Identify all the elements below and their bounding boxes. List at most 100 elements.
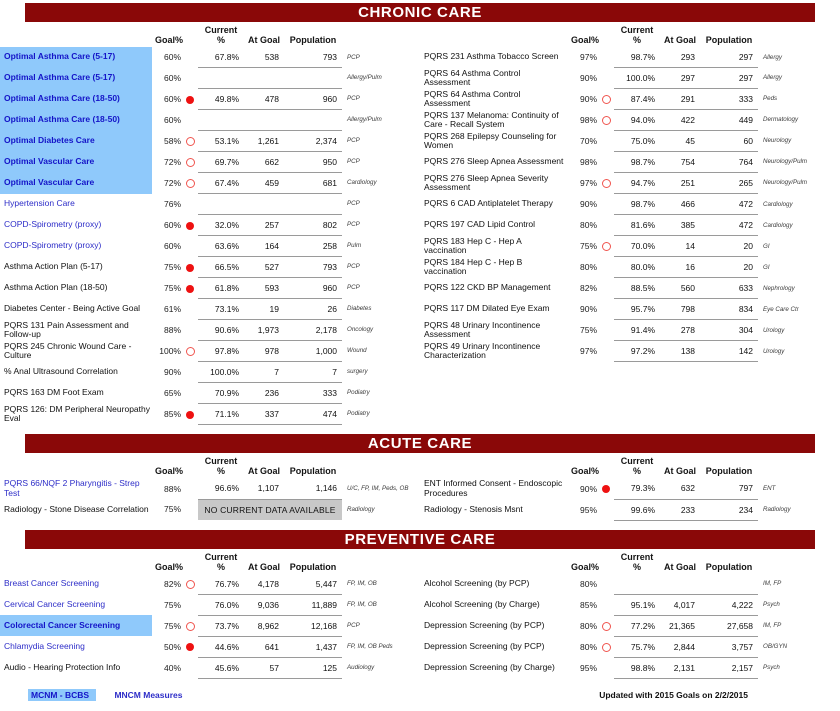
section-panels: Goal% Current % At Goal Population PQRS 66/N… <box>0 453 840 521</box>
table-row[interactable]: PQRS 276 Sleep Apnea Severity Assessment… <box>420 172 840 195</box>
current-percent: 99.6% <box>614 499 661 521</box>
table-row[interactable]: PQRS 64 Asthma Control Assessment 90% 100.… <box>420 67 840 90</box>
table-row[interactable]: Optimal Asthma Care (5-17) 60% 67.8% 538 793… <box>0 47 420 68</box>
table-row[interactable]: Colorectal Cancer Screening 75% 73.7% 8,962… <box>0 615 420 637</box>
table-row[interactable]: Hypertension Care 76% PCP <box>0 193 420 215</box>
table-row[interactable]: PQRS 183 Hep C - Hep A vaccination 75% 70.… <box>420 235 840 258</box>
specialty-label: Oncology <box>347 326 374 334</box>
goal-percent: 70% <box>579 136 597 147</box>
col-header-goal: Goal% <box>155 466 184 477</box>
table-row[interactable]: PQRS 64 Asthma Control Assessment 90% 87.4… <box>420 88 840 111</box>
table-row[interactable]: Optimal Asthma Care (5-17) 60% Allergy/Pul… <box>0 67 420 89</box>
table-row[interactable]: PQRS 231 Asthma Tobacco Screen 97% 98.7% 29… <box>420 47 840 68</box>
table-row[interactable]: COPD-Spirometry (proxy) 60% 32.0% 257 802 PCP <box>0 214 420 236</box>
col-header-at-goal: At Goal <box>664 561 697 572</box>
current-percent: 75.7% <box>614 636 661 658</box>
table-row[interactable]: Optimal Vascular Care 72% 69.7% 662 950 PCP <box>0 151 420 173</box>
table-row[interactable]: Diabetes Center - Being Active Goal 61% 73… <box>0 298 420 320</box>
table-row[interactable]: PQRS 131 Pain Assessment and Follow-up 88… <box>0 319 420 342</box>
goal-percent: 90% <box>579 199 597 210</box>
population-count: 764 <box>700 151 759 174</box>
table-row[interactable]: PQRS 268 Epilepsy Counseling for Women 70… <box>420 130 840 153</box>
status-dot-red <box>186 221 194 230</box>
section-banner-wrap: ACUTE CARE <box>0 431 840 454</box>
at-goal-count: 337 <box>244 403 285 426</box>
at-goal-count: 422 <box>660 109 701 132</box>
specialty-label: GI <box>763 242 770 250</box>
table-row[interactable]: PQRS 49 Urinary Incontinence Characteriz… <box>420 340 840 363</box>
table-row[interactable]: PQRS 163 DM Foot Exam 65% 70.9% 236 333 Podia… <box>0 382 420 405</box>
status-dot-cell <box>182 636 198 657</box>
table-row[interactable]: Optimal Asthma Care (18-50) 60% Allergy/Pu… <box>0 109 420 131</box>
table-row[interactable]: Asthma Action Plan (18-50) 75% 61.8% 593 960… <box>0 277 420 299</box>
measure-label: PQRS 64 Asthma Control Assessment <box>424 88 521 109</box>
goal-percent: 72% <box>163 157 181 167</box>
status-dot-cell <box>598 194 614 215</box>
specialty-label: FP, IM, OB Peds <box>347 642 393 650</box>
table-row[interactable]: Optimal Vascular Care 72% 67.4% 459 681 Cardi… <box>0 172 420 194</box>
table-row[interactable]: PQRS 276 Sleep Apnea Assessment 98% 98.7% 7… <box>420 151 840 174</box>
legend-mncm-label: MNCM Measures <box>114 689 183 700</box>
population-count <box>284 109 343 131</box>
measure-label: Colorectal Cancer Screening <box>0 615 152 637</box>
specialty-label: Peds <box>763 95 778 103</box>
goal-percent: 60% <box>163 52 181 63</box>
table-row[interactable]: PQRS 6 CAD Antiplatelet Therapy 90% 98.7% 4… <box>420 193 840 216</box>
measure-label: Chlamydia Screening <box>4 640 85 651</box>
population-count <box>700 573 759 595</box>
table-row[interactable]: PQRS 184 Hep C - Hep B vaccination 80% 80.… <box>420 256 840 279</box>
at-goal-count: 385 <box>660 214 701 237</box>
table-row[interactable]: PQRS 122 CKD BP Management 82% 88.5% 560 633… <box>420 277 840 300</box>
status-dot-open <box>185 621 195 631</box>
table-row[interactable]: PQRS 126: DM Peripheral Neuropathy Eval 8… <box>0 403 420 426</box>
specialty-label: Pulm <box>347 242 362 250</box>
section-panels: Goal% Current % At Goal Population Breast Ca… <box>0 549 840 679</box>
table-row[interactable]: Radiology - Stenosis Msnt 95% 99.6% 233 234 R… <box>420 499 840 521</box>
table-row[interactable]: Asthma Action Plan (5-17) 75% 66.5% 527 793 P… <box>0 256 420 278</box>
table-row[interactable]: Optimal Asthma Care (18-50) 60% 49.8% 478 96… <box>0 88 420 110</box>
table-row[interactable]: Chlamydia Screening 50% 44.6% 641 1,437 FP, I… <box>0 636 420 658</box>
population-count: 633 <box>700 277 759 300</box>
panel-right: Goal% Current % At Goal Population Alcohol S… <box>420 549 840 679</box>
col-header-label <box>420 549 568 574</box>
measure-label: Breast Cancer Screening <box>4 578 99 589</box>
status-dot-cell <box>182 236 198 257</box>
goal-percent: 95% <box>579 504 597 515</box>
table-row[interactable]: PQRS 117 DM Dilated Eye Exam 90% 95.7% 798 8… <box>420 298 840 321</box>
status-dot-cell <box>182 478 198 499</box>
table-row[interactable]: Audio - Hearing Protection Info 40% 45.6% 5… <box>0 657 420 679</box>
table-row[interactable]: Optimal Diabetes Care 58% 53.1% 1,261 2,374 P… <box>0 130 420 152</box>
table-row[interactable]: PQRS 137 Melanoma: Continuity of Care - … <box>420 109 840 132</box>
specialty-label: FP, IM, OB <box>347 600 377 608</box>
specialty-label: PCP <box>347 221 360 229</box>
table-row[interactable]: Cervical Cancer Screening 75% 76.0% 9,036 11… <box>0 594 420 616</box>
table-row[interactable]: % Anal Ultrasound Correlation 90% 100.0% 7 7… <box>0 361 420 384</box>
measure-label: PQRS 66/NQF 2 Pharyngitis - Strep Test <box>4 478 140 498</box>
current-percent: 77.2% <box>614 615 661 637</box>
table-row[interactable]: Depression Screening (by Charge) 95% 98.8%… <box>420 657 840 679</box>
measure-label: PQRS 131 Pain Assessment and Follow-up <box>4 319 129 340</box>
at-goal-count: 45 <box>660 130 701 153</box>
table-row[interactable]: PQRS 48 Urinary Incontinence Assessment 7… <box>420 319 840 342</box>
at-goal-count: 7 <box>244 361 285 384</box>
at-goal-count: 164 <box>244 235 285 257</box>
table-row[interactable]: PQRS 245 Chronic Wound Care - Culture 100… <box>0 340 420 363</box>
table-row[interactable]: Alcohol Screening (by Charge) 85% 95.1% 4,0… <box>420 594 840 616</box>
table-row[interactable]: PQRS 197 CAD Lipid Control 80% 81.6% 385 472… <box>420 214 840 237</box>
table-row[interactable]: Depression Screening (by PCP) 80% 77.2% 21,… <box>420 615 840 637</box>
table-row[interactable]: Breast Cancer Screening 82% 76.7% 4,178 5,44… <box>0 573 420 595</box>
current-percent: 87.4% <box>614 88 661 111</box>
table-row[interactable]: Radiology - Stone Disease Correlation 75%… <box>0 499 420 520</box>
current-percent: 49.8% <box>198 88 245 110</box>
status-dot-red <box>186 284 194 293</box>
table-row[interactable]: Depression Screening (by PCP) 80% 75.7% 2,8… <box>420 636 840 658</box>
population-count: 834 <box>700 298 759 321</box>
population-count: 2,374 <box>284 130 343 152</box>
col-header-goal: Goal% <box>571 35 600 45</box>
table-row[interactable]: COPD-Spirometry (proxy) 60% 63.6% 164 258 Pul… <box>0 235 420 257</box>
table-row[interactable]: Alcohol Screening (by PCP) 80% IM, FP <box>420 573 840 595</box>
table-row[interactable]: PQRS 66/NQF 2 Pharyngitis - Strep Test 88… <box>0 478 420 500</box>
table-row[interactable]: ENT Informed Consent - Endoscopic Proced… <box>420 478 840 500</box>
goal-percent: 75% <box>163 283 181 293</box>
measure-label: Asthma Action Plan (5-17) <box>4 261 103 272</box>
